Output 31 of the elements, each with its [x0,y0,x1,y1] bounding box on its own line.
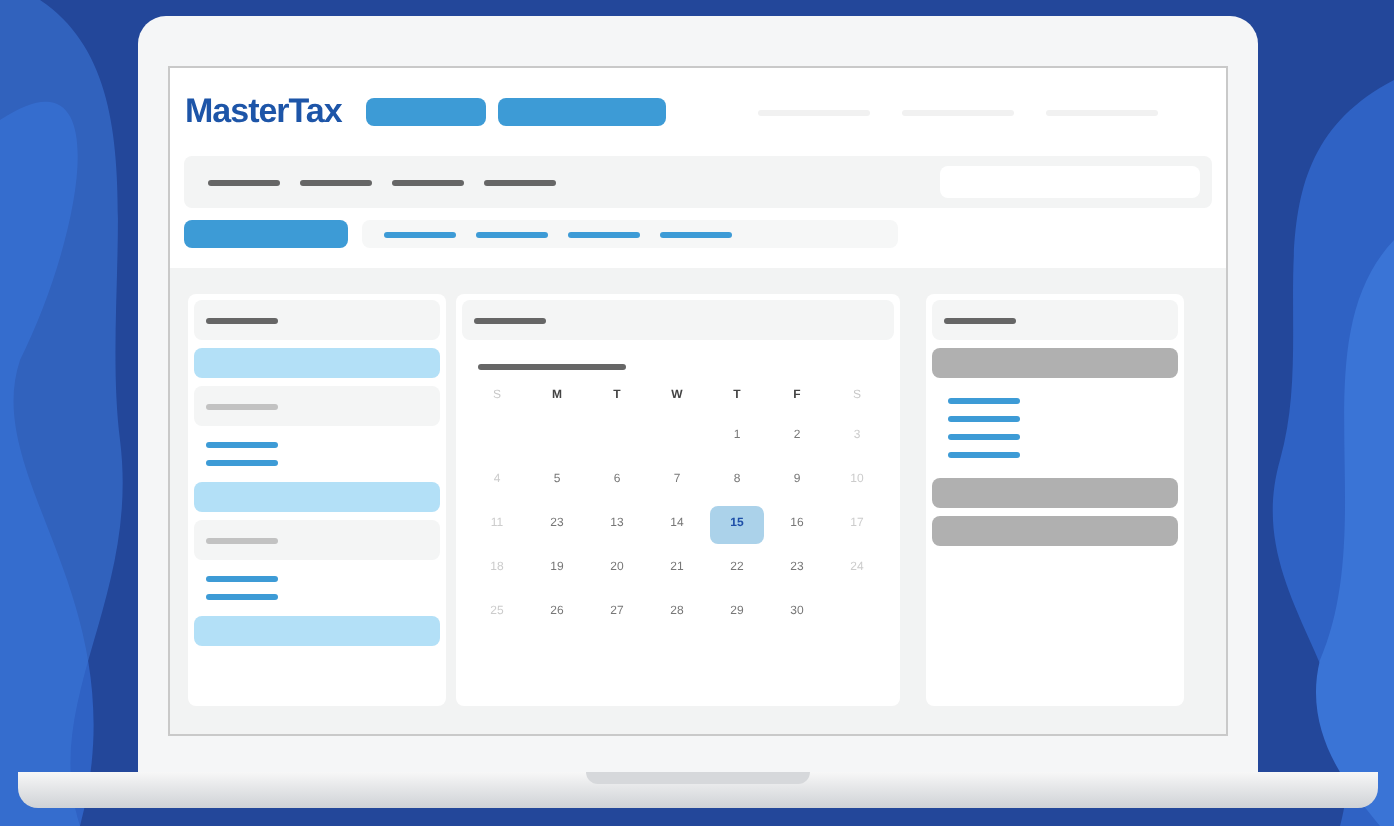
list-bar[interactable] [931,348,1177,378]
placeholder-line [391,179,463,185]
placeholder-line [205,594,277,600]
placeholder-line [205,403,277,409]
placeholder-line [205,317,277,323]
placeholder-line [205,537,277,543]
placeholder-line [943,317,1015,323]
action-button[interactable] [183,220,347,248]
placeholder-line [947,452,1019,458]
placeholder-line [947,434,1019,440]
placeholder-line [947,416,1019,422]
list-bar[interactable] [193,348,439,378]
list-bar[interactable] [931,516,1177,546]
placeholder-line [207,179,279,185]
placeholder-line [567,231,639,237]
placeholder-line [299,179,371,185]
placeholder-line [659,231,731,237]
list-bar[interactable] [931,478,1177,508]
placeholder-line [205,576,277,582]
placeholder-line [473,317,545,323]
brand-logo: MasterTax [185,90,344,135]
header-button[interactable] [497,98,665,126]
placeholder-line [205,442,277,448]
placeholder-line [383,231,455,237]
placeholder-line [947,398,1019,404]
placeholder-line [205,460,277,466]
placeholder-line [475,231,547,237]
list-bar[interactable] [193,616,439,646]
list-bar[interactable] [193,482,439,512]
header-button[interactable] [365,98,485,126]
placeholder-line [483,179,555,185]
